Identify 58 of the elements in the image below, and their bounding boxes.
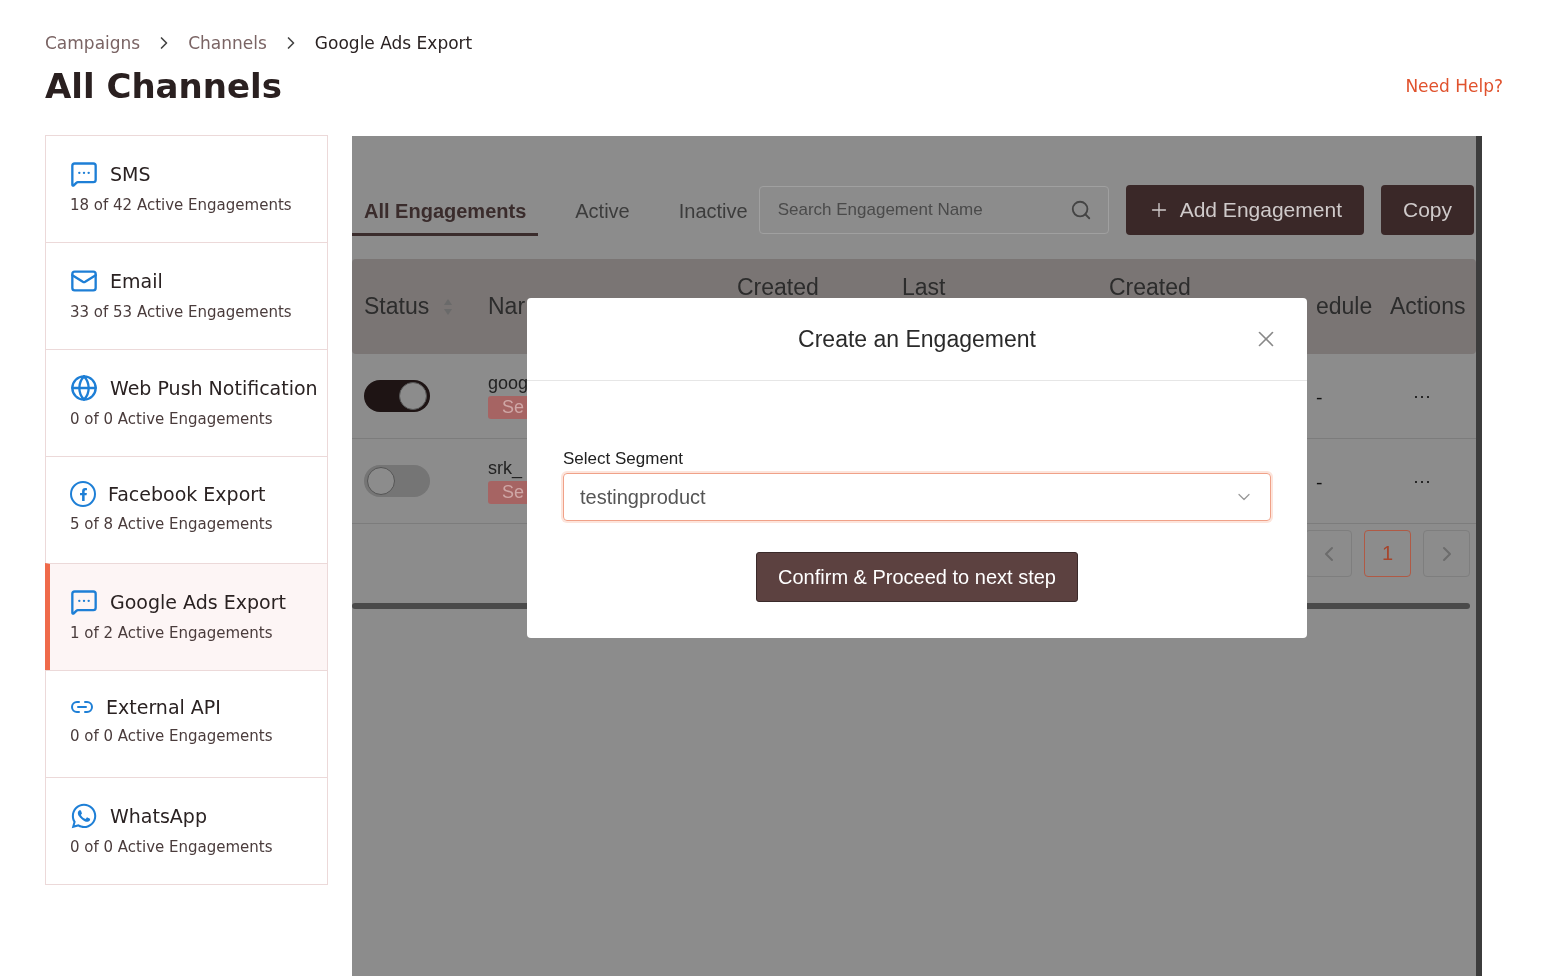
column-header: Created (737, 274, 820, 301)
column-header: Last (902, 274, 947, 301)
copy-button[interactable]: Copy (1380, 185, 1474, 235)
chevron-right-icon (1441, 544, 1452, 563)
channel-name: Google Ads Export (110, 591, 286, 613)
channel-name: Email (110, 270, 163, 292)
channel-card[interactable]: Email 33 of 53 Active Engagements (45, 242, 328, 350)
column-header: edule (1315, 293, 1374, 320)
help-link[interactable]: Need Help? (1405, 76, 1503, 96)
channel-card[interactable]: Google Ads Export 1 of 2 Active Engagements (45, 563, 328, 671)
field-label: Select Segment (563, 449, 683, 469)
engagement-count: 18 of 42 Active Engagements (70, 196, 293, 214)
engagement-count: 0 of 0 Active Engagements (70, 838, 274, 856)
channel-name: SMS (110, 163, 151, 185)
more-actions-button[interactable]: ··· (1410, 470, 1434, 492)
engagement-count: 0 of 0 Active Engagements (70, 410, 274, 428)
breadcrumb-link[interactable]: Channels (188, 33, 267, 53)
channel-card[interactable]: SMS 18 of 42 Active Engagements (45, 135, 328, 243)
status-toggle[interactable] (364, 380, 430, 412)
globe-icon (70, 374, 98, 402)
status-toggle[interactable] (364, 465, 430, 497)
engagement-count: 5 of 8 Active Engagements (70, 515, 274, 533)
table-cell-text: - (1315, 470, 1324, 492)
confirm-button[interactable]: Confirm & Proceed to next step (756, 552, 1078, 602)
engagement-name: goog (488, 373, 529, 394)
breadcrumb-link[interactable]: Campaigns (45, 33, 141, 53)
engagement-count: 1 of 2 Active Engagements (70, 624, 274, 642)
more-actions-button[interactable]: ··· (1410, 385, 1434, 407)
page-title: All Channels (45, 66, 282, 106)
search-input[interactable]: Search Engagement Name (775, 199, 1070, 221)
add-button[interactable]: Add Engagement (1125, 185, 1364, 235)
column-header: Nar (488, 293, 527, 320)
column-header: Actions (1390, 293, 1467, 320)
channel-card[interactable]: Facebook Export 5 of 8 Active Engagements (45, 456, 328, 564)
channel-name: External API (106, 696, 221, 718)
channel-card[interactable]: WhatsApp 0 of 0 Active Engagements (45, 777, 328, 885)
table-cell-text: - (1315, 385, 1324, 407)
search-field[interactable]: Search Engagement Name (758, 186, 1109, 234)
chat-icon (70, 160, 98, 188)
column-header: Created (1109, 274, 1192, 301)
engagement-count: 33 of 53 Active Engagements (70, 303, 293, 321)
modal-title: Create an Engagement (798, 325, 1036, 353)
column-header: Status (364, 293, 488, 320)
chat-icon (70, 588, 98, 616)
channel-name: Web Push Notification (110, 377, 318, 399)
facebook-icon (70, 481, 96, 507)
channel-card[interactable]: Web Push Notification 0 of 0 Active Engagements (45, 349, 328, 457)
search-icon (1069, 199, 1092, 221)
channel-name: WhatsApp (110, 805, 207, 827)
engagement-count: 0 of 0 Active Engagements (70, 727, 274, 745)
chevron-left-icon (1323, 544, 1334, 563)
tab[interactable]: All Engagements (352, 184, 539, 236)
channel-card[interactable]: External API 0 of 0 Active Engagements (45, 670, 328, 778)
channel-name: Facebook Export (108, 483, 266, 505)
breadcrumb-link[interactable]: Google Ads Export (314, 33, 473, 53)
whatsapp-icon (70, 802, 98, 830)
segment-select[interactable]: testingproduct (563, 473, 1271, 521)
engagement-name: srk_ (488, 458, 522, 479)
